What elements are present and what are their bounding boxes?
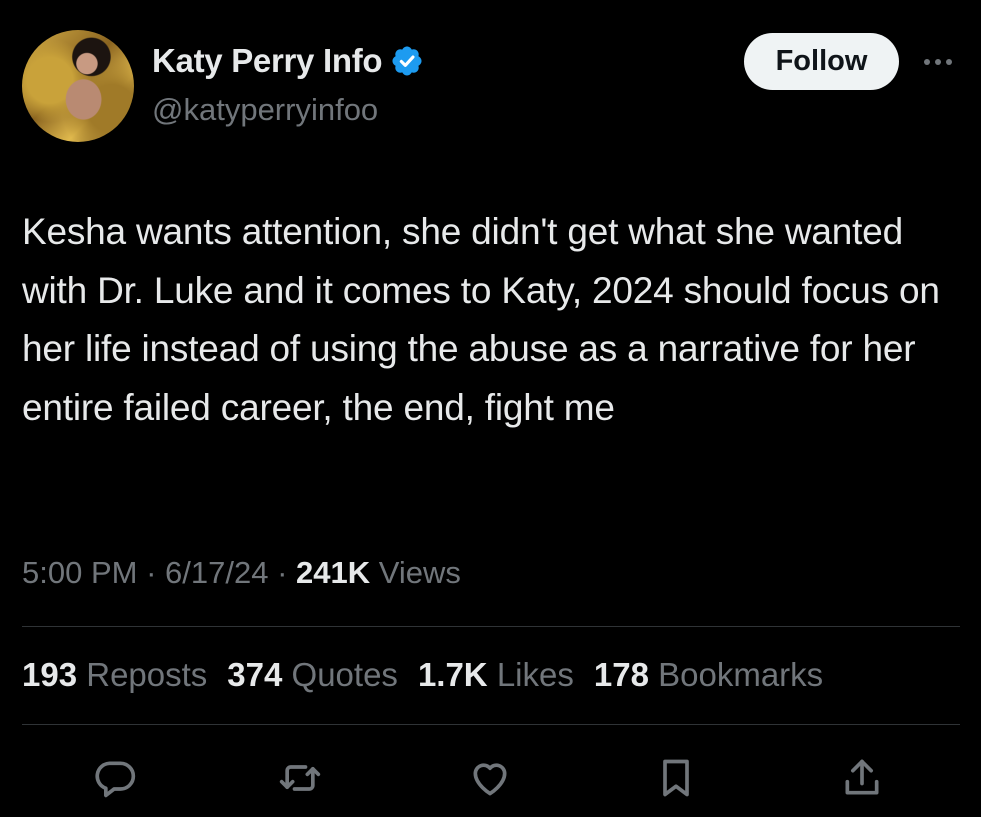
likes-label: Likes: [496, 656, 574, 693]
engagement-stats: 193 Reposts 374 Quotes 1.7K Likes 178 Bo…: [22, 656, 823, 694]
divider: [22, 626, 960, 627]
stat-bookmarks[interactable]: 178 Bookmarks: [594, 656, 823, 694]
tweet-time[interactable]: 5:00 PM: [22, 555, 137, 590]
quotes-count: 374: [227, 656, 283, 693]
stat-reposts[interactable]: 193 Reposts: [22, 656, 207, 694]
tweet-date[interactable]: 6/17/24: [165, 555, 268, 590]
dot: [935, 59, 941, 65]
tweet-text: Kesha wants attention, she didn't get wh…: [22, 211, 940, 428]
share-icon[interactable]: [836, 752, 888, 804]
more-options-icon[interactable]: [918, 52, 958, 72]
verified-badge-icon[interactable]: [390, 44, 424, 78]
follow-button[interactable]: Follow: [744, 33, 899, 90]
avatar[interactable]: [22, 30, 134, 142]
meta-separator: ·: [146, 555, 157, 590]
bookmark-icon[interactable]: [650, 752, 702, 804]
views-label: Views: [378, 555, 461, 590]
action-bar: [0, 752, 981, 804]
reposts-count: 193: [22, 656, 78, 693]
reposts-label: Reposts: [86, 656, 208, 693]
quotes-label: Quotes: [291, 656, 398, 693]
stat-quotes[interactable]: 374 Quotes: [227, 656, 398, 694]
meta-separator: ·: [277, 555, 288, 590]
bookmarks-count: 178: [593, 656, 649, 693]
tweet-meta: 5:00 PM · 6/17/24 · 241K Views: [22, 555, 461, 591]
dot: [924, 59, 930, 65]
author-name-row: Katy Perry Info: [152, 42, 424, 80]
divider: [22, 724, 960, 725]
reply-icon[interactable]: [89, 752, 141, 804]
repost-icon[interactable]: [274, 752, 326, 804]
author-handle[interactable]: @katyperryinfoo: [152, 92, 378, 128]
views-count: 241K: [296, 555, 371, 590]
like-icon[interactable]: [464, 752, 516, 804]
author-display-name[interactable]: Katy Perry Info: [152, 42, 383, 80]
stat-likes[interactable]: 1.7K Likes: [418, 656, 574, 694]
dot: [946, 59, 952, 65]
likes-count: 1.7K: [417, 656, 488, 693]
bookmarks-label: Bookmarks: [658, 656, 824, 693]
